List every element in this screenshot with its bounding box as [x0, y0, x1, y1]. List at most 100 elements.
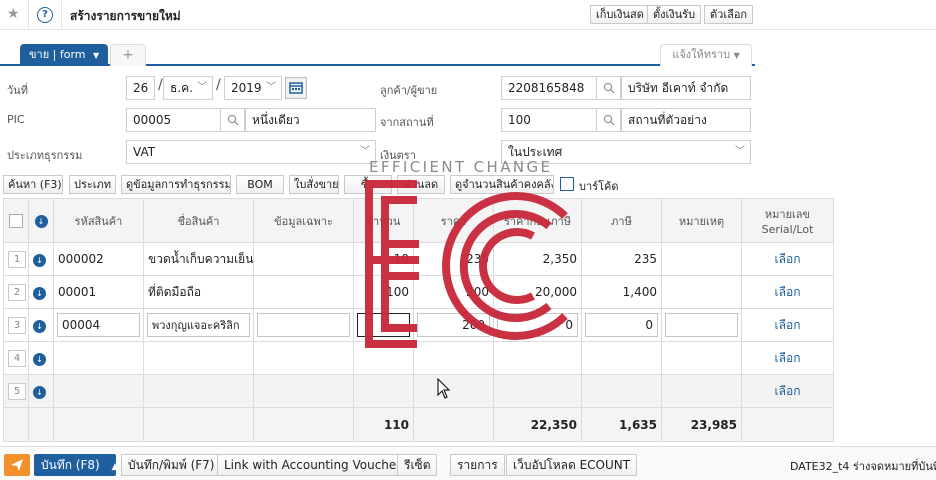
- quantity-input[interactable]: [357, 313, 410, 337]
- cell-note[interactable]: [661, 275, 742, 309]
- col-tax[interactable]: ภาษี: [581, 198, 662, 243]
- date-day-field[interactable]: 26: [126, 76, 155, 100]
- cell-item-code[interactable]: 00001: [53, 275, 144, 309]
- arrow-down-icon[interactable]: ↓: [33, 385, 46, 399]
- select-serial-link[interactable]: เลือก: [741, 242, 834, 276]
- transaction-type-select[interactable]: VAT ﹀: [126, 140, 376, 164]
- tab-sale-form[interactable]: ขาย | form ▼: [20, 44, 108, 66]
- cell-item-code[interactable]: [53, 341, 144, 375]
- cell-specification[interactable]: [253, 341, 354, 375]
- cell-pre-tax[interactable]: [493, 341, 582, 375]
- search-f3-button[interactable]: ค้นหา (F3): [3, 175, 63, 194]
- cell-quantity[interactable]: 10: [353, 242, 414, 276]
- web-upload-button[interactable]: เว็บอัปโหลด ECOUNT: [506, 454, 638, 476]
- cell-note[interactable]: [661, 242, 742, 276]
- cell-item-name[interactable]: ที่ติดมือถือ: [143, 275, 254, 309]
- pic-code-field[interactable]: 00005: [126, 108, 221, 132]
- cell-note[interactable]: [661, 374, 742, 408]
- cell-tax[interactable]: 235: [581, 242, 662, 276]
- options-button[interactable]: ตัวเลือก: [704, 5, 754, 24]
- col-serial[interactable]: หมายเลข Serial/Lot: [741, 198, 834, 243]
- star-icon[interactable]: ★: [7, 6, 20, 22]
- item-code-input[interactable]: 00004: [57, 313, 140, 337]
- reset-button[interactable]: รีเซ็ต: [397, 454, 438, 476]
- cell-item-name[interactable]: ขวดน้ำเก็บความเย็น: [143, 242, 254, 276]
- specification-input[interactable]: [257, 313, 350, 337]
- date-year-select[interactable]: 2019 ﹀: [224, 76, 282, 100]
- discount-button[interactable]: ส่วนลด: [397, 175, 445, 194]
- cell-pre-tax[interactable]: 2,350: [493, 242, 582, 276]
- cell-item-code[interactable]: 000002: [53, 242, 144, 276]
- help-icon[interactable]: ?: [37, 7, 53, 23]
- col-pre-tax[interactable]: ราคาก่อนภาษี: [493, 198, 582, 243]
- select-serial-link[interactable]: เลือก: [741, 374, 834, 408]
- cell-quantity[interactable]: [353, 341, 414, 375]
- cell-specification[interactable]: [253, 374, 354, 408]
- col-item-code[interactable]: รหัสสินค้า: [53, 198, 144, 243]
- pic-name-field[interactable]: หนึ่งเดียว: [245, 108, 376, 132]
- search-icon[interactable]: [221, 108, 245, 132]
- bom-button[interactable]: BOM: [236, 175, 284, 194]
- cell-note[interactable]: [661, 341, 742, 375]
- cell-specification[interactable]: [253, 275, 354, 309]
- item-name-input[interactable]: พวงกุญแจอะคริลิก: [147, 313, 250, 337]
- select-all-cell[interactable]: [3, 198, 29, 243]
- cell-quantity[interactable]: 100: [353, 275, 414, 309]
- type-button[interactable]: ประเภท: [69, 175, 116, 194]
- arrow-down-icon[interactable]: ↓: [33, 352, 46, 366]
- receivable-button[interactable]: ตั้งเงินรับ: [647, 5, 702, 24]
- barcode-checkbox[interactable]: [560, 177, 574, 191]
- add-tab-button[interactable]: +: [110, 44, 146, 66]
- cell-item-name[interactable]: [143, 341, 254, 375]
- date-month-select[interactable]: ธ.ค. ﹀: [163, 76, 213, 100]
- select-serial-link[interactable]: เลือก: [741, 275, 834, 309]
- cell-specification[interactable]: [253, 242, 354, 276]
- col-note[interactable]: หมายเหตุ: [661, 198, 742, 243]
- cell-price[interactable]: 235: [413, 242, 494, 276]
- tax-input[interactable]: 0: [585, 313, 658, 337]
- link-accounting-button[interactable]: Link with Accounting Vouchers: [217, 454, 415, 476]
- arrow-down-icon[interactable]: ↓: [33, 286, 46, 300]
- calendar-icon[interactable]: [285, 77, 307, 99]
- cell-item-name[interactable]: [143, 374, 254, 408]
- price-input[interactable]: 200: [417, 313, 490, 337]
- location-name-field[interactable]: สถานที่ตัวอย่าง: [621, 108, 751, 132]
- caret-up-icon[interactable]: ▲: [112, 462, 119, 472]
- view-stock-button[interactable]: ดูจำนวนสินค้าคงคลัง: [450, 175, 554, 194]
- cell-quantity[interactable]: [353, 374, 414, 408]
- cell-item-code[interactable]: [53, 374, 144, 408]
- cell-price[interactable]: 200: [413, 275, 494, 309]
- cell-tax[interactable]: 1,400: [581, 275, 662, 309]
- customer-name-field[interactable]: บริษัท อีเคาท์ จำกัด: [621, 76, 751, 100]
- transaction-info-button[interactable]: ดูข้อมูลการทำธุรกรรม: [121, 175, 231, 194]
- list-button[interactable]: รายการ: [450, 454, 505, 476]
- col-price[interactable]: ราคา: [413, 198, 494, 243]
- arrow-down-icon[interactable]: ↓: [33, 319, 46, 333]
- customer-code-field[interactable]: 2208165848: [501, 76, 597, 100]
- search-icon[interactable]: [597, 76, 621, 100]
- send-button[interactable]: [4, 454, 30, 476]
- cell-tax[interactable]: [581, 341, 662, 375]
- select-serial-link[interactable]: เลือก: [741, 308, 834, 342]
- cell-price[interactable]: [413, 374, 494, 408]
- search-icon[interactable]: [597, 108, 621, 132]
- table-row: 1 ↓ 000002 ขวดน้ำเก็บความเย็น 10 235 2,3…: [3, 242, 834, 276]
- note-input[interactable]: [665, 313, 738, 337]
- cell-price[interactable]: [413, 341, 494, 375]
- cell-pre-tax[interactable]: 20,000: [493, 275, 582, 309]
- save-print-button[interactable]: บันทึก/พิมพ์ (F7): [121, 454, 222, 476]
- select-serial-link[interactable]: เลือก: [741, 341, 834, 375]
- cell-pre-tax[interactable]: [493, 374, 582, 408]
- pre-tax-input[interactable]: 0: [497, 313, 578, 337]
- notify-tab[interactable]: แจ้งให้ทราบ ▼: [660, 44, 752, 66]
- sales-order-button[interactable]: ใบสั่งขาย: [289, 175, 339, 194]
- cash-receipt-button[interactable]: เก็บเงินสด: [590, 5, 650, 24]
- col-specification[interactable]: ข้อมูลเฉพาะ: [253, 198, 354, 243]
- cell-tax[interactable]: [581, 374, 662, 408]
- col-item-name[interactable]: ชื่อสินค้า: [143, 198, 254, 243]
- save-button[interactable]: บันทึก (F8) ▲: [34, 454, 119, 476]
- purchase-button[interactable]: ซื้อ: [344, 175, 392, 194]
- location-code-field[interactable]: 100: [501, 108, 597, 132]
- arrow-down-icon[interactable]: ↓: [33, 253, 46, 267]
- col-quantity[interactable]: จำนวน: [353, 198, 414, 243]
